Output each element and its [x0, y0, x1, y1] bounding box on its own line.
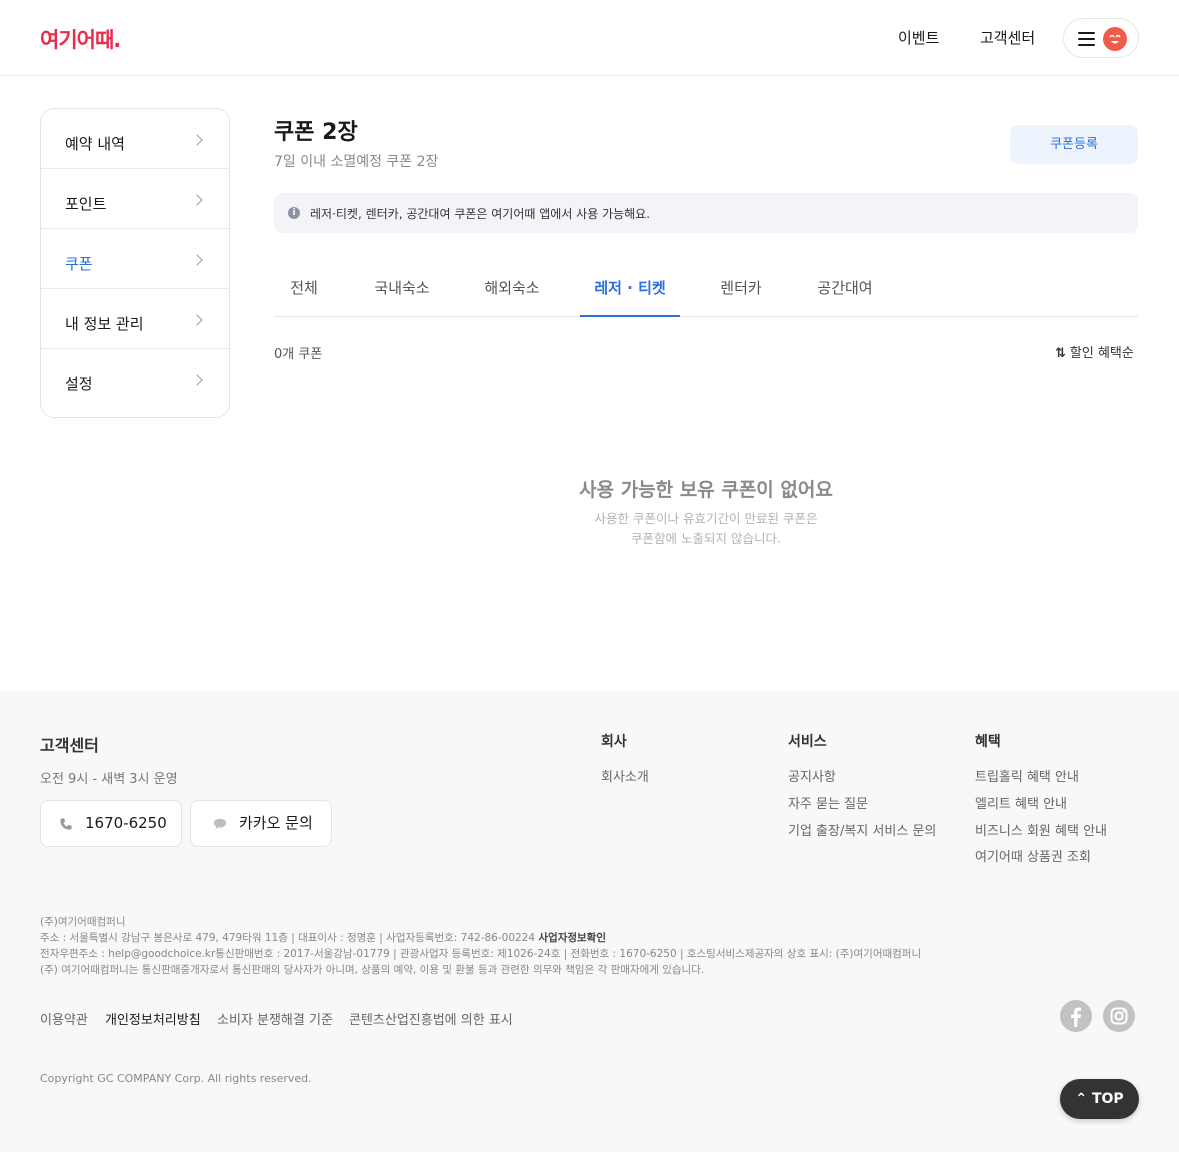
sidebar-item-label: 내 정보 관리 — [65, 315, 144, 333]
page-title: 쿠폰 2장 — [274, 120, 358, 145]
tab-domestic[interactable]: 국내숙소 — [366, 265, 438, 317]
sidebar-item-label: 쿠폰 — [65, 255, 93, 273]
sidebar-item-points[interactable]: 포인트 — [41, 169, 229, 229]
chevron-up-icon: ⌃ — [1075, 1091, 1092, 1107]
facebook-icon[interactable] — [1060, 1000, 1092, 1032]
phone-button[interactable]: 1670-6250 — [40, 800, 182, 847]
chevron-right-icon — [191, 254, 203, 266]
logo[interactable]: 여기어때. — [40, 24, 121, 54]
page-subtitle: 7일 이내 소멸예정 쿠폰 2장 — [274, 154, 439, 170]
tab-rentcar[interactable]: 렌터카 — [710, 265, 772, 317]
legal-company: (주)여기어때컴퍼니 — [40, 916, 126, 928]
coupon-count: 0개 쿠폰 — [274, 347, 323, 362]
tab-space-rental[interactable]: 공간대여 — [808, 265, 882, 317]
notice-banner: i 레저·티켓, 렌터카, 공간대여 쿠폰은 여기어때 앱에서 사용 가능해요. — [274, 193, 1138, 233]
sidebar-item-label: 포인트 — [65, 195, 107, 213]
footer-link[interactable]: 엘리트 혜택 안내 — [975, 793, 1067, 812]
sidebar-item-settings[interactable]: 설정 — [41, 349, 229, 409]
sidebar-item-my-info[interactable]: 내 정보 관리 — [41, 289, 229, 349]
chevron-right-icon — [191, 374, 203, 386]
tab-overseas[interactable]: 해외숙소 — [476, 265, 548, 317]
menu-button[interactable] — [1063, 18, 1139, 58]
nav-customer-center[interactable]: 고객센터 — [980, 27, 1035, 48]
info-icon: i — [288, 207, 300, 219]
phone-icon — [60, 818, 72, 830]
policy-content-law[interactable]: 콘텐츠산업진흥법에 의한 표시 — [349, 1009, 513, 1028]
sidebar: 예약 내역 포인트 쿠폰 내 정보 관리 설정 — [40, 108, 230, 418]
policy-privacy[interactable]: 개인정보처리방침 — [105, 1009, 201, 1028]
empty-line-2: 쿠폰함에 노출되지 않습니다. — [631, 531, 781, 546]
legal-line-3: 전자우편주소 : help@goodchoice.kr통신판매번호 : 2017… — [40, 948, 922, 960]
sort-button[interactable]: ⇅ 할인 혜택순 — [1055, 342, 1134, 361]
empty-state-title: 사용 가능한 보유 쿠폰이 없어요 — [579, 479, 833, 501]
footer-cs-title: 고객센터 — [40, 736, 99, 755]
copyright: Copyright GC COMPANY Corp. All rights re… — [40, 1072, 312, 1085]
profile-avatar-icon — [1103, 27, 1127, 51]
nav-event[interactable]: 이벤트 — [898, 27, 939, 48]
empty-state-description: 사용한 쿠폰이나 유효기간이 만료된 쿠폰은 쿠폰함에 노출되지 않습니다. — [274, 509, 1138, 549]
footer: 고객센터 오전 9시 - 새벽 3시 운영 1670-6250 카카오 문의 회… — [0, 691, 1179, 1152]
notice-text: 레저·티켓, 렌터카, 공간대여 쿠폰은 여기어때 앱에서 사용 가능해요. — [310, 207, 651, 221]
footer-link[interactable]: 여기어때 상품권 조회 — [975, 846, 1091, 865]
footer-link[interactable]: 자주 묻는 질문 — [788, 793, 868, 812]
kakao-inquiry-button[interactable]: 카카오 문의 — [190, 800, 332, 847]
sidebar-item-label: 예약 내역 — [65, 135, 125, 153]
hamburger-icon — [1078, 32, 1095, 46]
policy-terms[interactable]: 이용약관 — [40, 1009, 88, 1028]
business-info-link[interactable]: 사업자정보확인 — [538, 932, 606, 944]
legal-address: 주소 : 서울특별시 강남구 봉은사로 479, 479타워 11층 | 대표이… — [40, 932, 539, 944]
kakao-label: 카카오 문의 — [239, 814, 313, 832]
chevron-right-icon — [191, 194, 203, 206]
footer-link[interactable]: 트립홀릭 혜택 안내 — [975, 766, 1079, 785]
legal-address-line: 주소 : 서울특별시 강남구 봉은사로 479, 479타워 11층 | 대표이… — [40, 930, 921, 946]
policy-dispute[interactable]: 소비자 분쟁해결 기준 — [217, 1009, 333, 1028]
legal-line-4: (주) 여기어때컴퍼니는 통신판매중개자로서 통신판매의 당사자가 아니며, 상… — [40, 964, 705, 976]
footer-col-service: 서비스 — [788, 734, 827, 750]
scroll-top-button[interactable]: ⌃ TOP — [1060, 1079, 1139, 1119]
sort-label: 할인 혜택순 — [1069, 346, 1134, 361]
phone-number: 1670-6250 — [85, 814, 167, 832]
tab-all[interactable]: 전체 — [274, 265, 334, 317]
sidebar-item-label: 설정 — [65, 375, 93, 393]
footer-link[interactable]: 공지사항 — [788, 766, 836, 785]
register-coupon-button[interactable]: 쿠폰등록 — [1010, 125, 1138, 164]
sort-icon: ⇅ — [1055, 346, 1066, 361]
header: 여기어때. 이벤트 고객센터 — [0, 0, 1179, 76]
footer-link[interactable]: 회사소개 — [601, 766, 649, 785]
footer-link[interactable]: 기업 출장/복지 서비스 문의 — [788, 820, 936, 839]
chat-bubble-icon — [213, 818, 227, 830]
footer-cs-hours: 오전 9시 - 새벽 3시 운영 — [40, 772, 178, 787]
top-label: TOP — [1091, 1091, 1124, 1107]
tab-leisure-ticket[interactable]: 레저 · 티켓 — [580, 265, 680, 317]
category-tabs: 전체 국내숙소 해외숙소 레저 · 티켓 렌터카 공간대여 — [274, 265, 1138, 317]
chevron-right-icon — [191, 134, 203, 146]
instagram-icon[interactable] — [1103, 1000, 1135, 1032]
empty-line-1: 사용한 쿠폰이나 유효기간이 만료된 쿠폰은 — [594, 511, 818, 526]
footer-col-company: 회사 — [601, 734, 627, 750]
sidebar-item-coupons[interactable]: 쿠폰 — [41, 229, 229, 289]
sidebar-item-reservations[interactable]: 예약 내역 — [41, 109, 229, 169]
legal-info: (주)여기어때컴퍼니 주소 : 서울특별시 강남구 봉은사로 479, 479타… — [40, 914, 921, 978]
footer-link[interactable]: 비즈니스 회원 혜택 안내 — [975, 820, 1107, 839]
chevron-right-icon — [191, 314, 203, 326]
footer-col-benefits: 혜택 — [975, 734, 1001, 750]
